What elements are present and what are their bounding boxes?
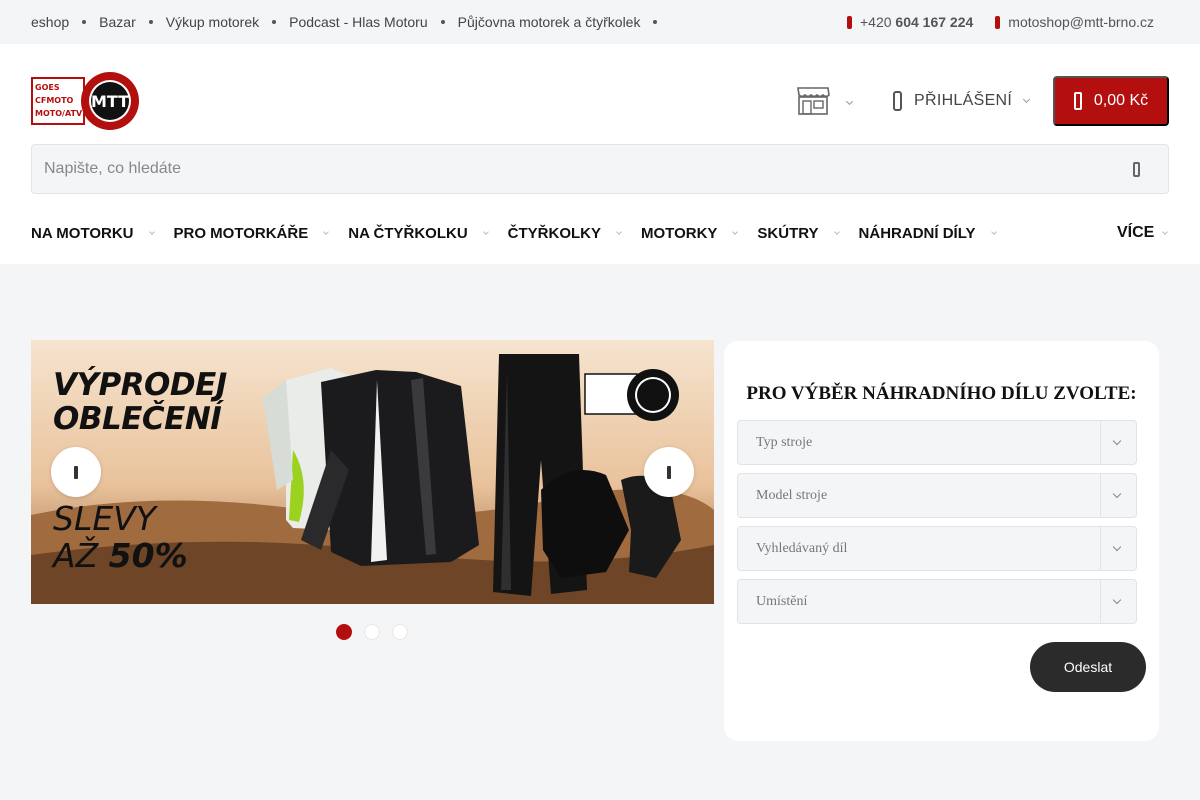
main-nav: NA MOTORKU PRO MOTORKÁŘE NA ČTYŘKOLKU ČT… xyxy=(31,216,1016,250)
parts-finder-panel: PRO VÝBĚR NÁHRADNÍHO DÍLU ZVOLTE: Typ st… xyxy=(724,341,1159,741)
top-link-vykup[interactable]: Výkup motorek xyxy=(166,14,259,30)
user-icon xyxy=(893,91,902,111)
top-link-pujcovna[interactable]: Půjčovna motorek a čtyřkolek xyxy=(458,14,641,30)
select-divider xyxy=(1100,421,1101,464)
top-link-podcast[interactable]: Podcast - Hlas Motoru xyxy=(289,14,428,30)
select-umisteni[interactable]: Umístění xyxy=(737,579,1137,624)
separator-dot xyxy=(440,20,445,24)
store-icon[interactable] xyxy=(796,86,830,116)
banner-sale-value: 50% xyxy=(108,536,188,575)
top-links: eshop Bazar Výkup motorek Podcast - Hlas… xyxy=(31,0,670,44)
chevron-down-icon xyxy=(616,229,622,235)
slider-prev-button[interactable] xyxy=(51,447,101,497)
phone-icon xyxy=(846,15,852,29)
phone-link[interactable]: +420 604 167 224 xyxy=(860,14,973,30)
arrow-left-icon xyxy=(74,465,78,479)
nav-item-ctyrkolky[interactable]: ČTYŘKOLKY xyxy=(507,224,622,242)
select-value: Model stroje xyxy=(756,488,828,503)
chevron-down-icon xyxy=(1112,542,1122,552)
search-box xyxy=(31,144,1169,194)
cart-button[interactable]: 0,00 Kč xyxy=(1053,76,1169,126)
slider-next-button[interactable] xyxy=(644,447,694,497)
email-icon xyxy=(995,15,1001,29)
nav-item-na-motorku[interactable]: NA MOTORKU xyxy=(31,224,155,242)
top-bar: eshop Bazar Výkup motorek Podcast - Hlas… xyxy=(0,0,1200,44)
chevron-down-icon xyxy=(148,229,155,235)
banner-title-line1: VÝPRODEJ xyxy=(53,367,227,403)
banner-title-line2: OBLEČENÍ xyxy=(53,401,222,437)
svg-text:MOTO/ATV: MOTO/ATV xyxy=(35,109,83,118)
arrow-right-icon xyxy=(667,465,671,479)
nav-label: SKÚTRY xyxy=(757,224,819,242)
submit-button[interactable]: Odeslat xyxy=(1030,642,1146,692)
parts-finder-title: PRO VÝBĚR NÁHRADNÍHO DÍLU ZVOLTE: xyxy=(746,383,1137,404)
select-divider xyxy=(1100,580,1101,623)
slider-dot-3[interactable] xyxy=(392,624,408,640)
select-value: Umístění xyxy=(756,594,808,609)
select-value: Typ stroje xyxy=(756,435,813,450)
separator-dot xyxy=(82,20,87,24)
email-link[interactable]: motoshop@mtt-brno.cz xyxy=(1008,14,1154,30)
select-divider xyxy=(1100,474,1101,517)
chevron-down-icon xyxy=(732,229,739,235)
chevron-down-icon xyxy=(1112,489,1122,499)
logo-text: MTT xyxy=(91,92,129,111)
nav-item-na-ctyrkolku[interactable]: NA ČTYŘKOLKU xyxy=(348,224,489,242)
nav-label: ČTYŘKOLKY xyxy=(507,224,602,242)
svg-text:CFMOTO: CFMOTO xyxy=(35,96,74,105)
search-input[interactable] xyxy=(32,145,1112,193)
select-divider xyxy=(1100,527,1101,570)
chevron-down-icon xyxy=(1162,229,1169,235)
nav-label: NA MOTORKU xyxy=(31,224,134,242)
slider-dots xyxy=(336,624,420,640)
chevron-down-icon xyxy=(833,229,840,235)
banner-title: VÝPRODEJ OBLEČENÍ xyxy=(53,368,227,436)
mtt-logo[interactable]: GOES CFMOTO MOTO/ATV MTT xyxy=(31,70,141,132)
search-icon[interactable] xyxy=(1133,162,1140,177)
separator-dot xyxy=(653,20,658,24)
nav-label: NA ČTYŘKOLKU xyxy=(348,224,468,242)
phone-prefix: +420 xyxy=(859,14,892,30)
chevron-down-icon xyxy=(1112,595,1122,605)
slider-dot-1[interactable] xyxy=(336,624,352,640)
slider-dot-2[interactable] xyxy=(364,624,380,640)
nav-label: MOTORKY xyxy=(641,224,718,242)
nav-item-nahradni-dily[interactable]: NÁHRADNÍ DÍLY xyxy=(858,224,997,242)
top-link-bazar[interactable]: Bazar xyxy=(99,14,136,30)
nav-label: PRO MOTORKÁŘE xyxy=(173,224,309,242)
select-value: Vyhledávaný díl xyxy=(756,541,848,556)
nav-item-skutry[interactable]: SKÚTRY xyxy=(757,224,840,242)
chevron-down-icon xyxy=(990,229,997,235)
select-vyhledavany-dil[interactable]: Vyhledávaný díl xyxy=(737,526,1137,571)
select-typ-stroje[interactable]: Typ stroje xyxy=(737,420,1137,465)
separator-dot xyxy=(148,20,153,24)
login-button[interactable]: PŘIHLÁŠENÍ xyxy=(893,88,1031,114)
chevron-down-icon xyxy=(482,229,489,235)
nav-item-motorky[interactable]: MOTORKY xyxy=(641,224,739,242)
chevron-down-icon xyxy=(323,229,330,235)
nav-more[interactable]: VÍCE xyxy=(1117,216,1169,250)
banner-sale: SLEVY AŽ 50% xyxy=(53,500,188,574)
banner-sale-line2: AŽ 50% xyxy=(53,537,188,574)
phone-number: 604 167 224 xyxy=(895,14,974,30)
select-model-stroje[interactable]: Model stroje xyxy=(737,473,1137,518)
nav-item-pro-motorkare[interactable]: PRO MOTORKÁŘE xyxy=(173,224,330,242)
cart-icon xyxy=(1073,92,1082,110)
top-link-eshop[interactable]: eshop xyxy=(31,14,69,30)
login-label: PŘIHLÁŠENÍ xyxy=(914,92,1013,109)
separator-dot xyxy=(272,20,277,24)
cart-total: 0,00 Kč xyxy=(1093,92,1149,109)
svg-text:GOES: GOES xyxy=(35,83,60,92)
nav-more-label: VÍCE xyxy=(1117,224,1155,241)
contacts: +420 604 167 224 motoshop@mtt-brno.cz xyxy=(846,0,1154,44)
hero-banner[interactable]: VÝPRODEJ OBLEČENÍ SLEVY AŽ 50% xyxy=(31,340,714,604)
banner-sale-line1: SLEVY xyxy=(53,499,156,538)
chevron-down-icon xyxy=(1112,436,1122,446)
nav-label: NÁHRADNÍ DÍLY xyxy=(858,224,976,242)
chevron-down-icon xyxy=(1023,95,1031,104)
banner-sale-prefix: AŽ xyxy=(53,536,109,575)
